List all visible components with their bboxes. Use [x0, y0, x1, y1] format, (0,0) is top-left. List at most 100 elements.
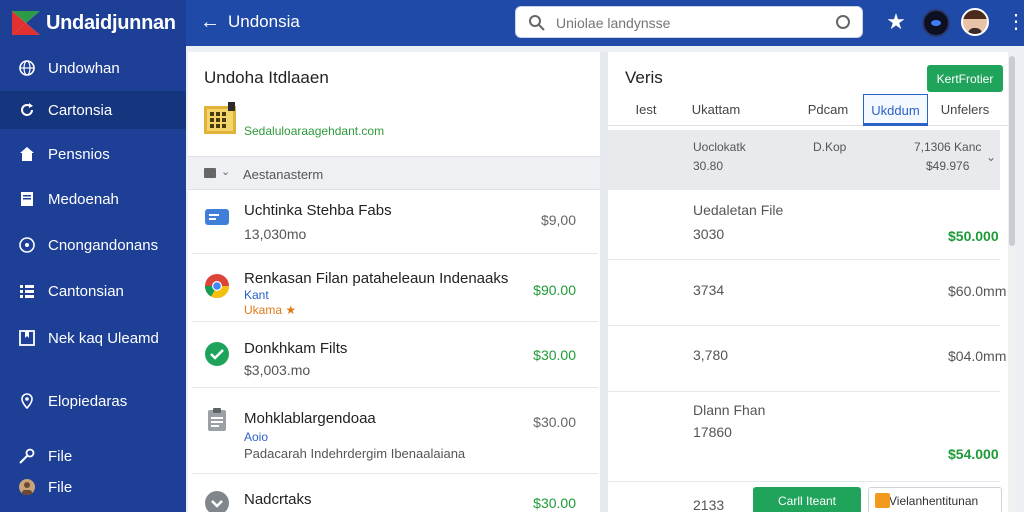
scrollbar-thumb[interactable] — [1009, 56, 1015, 246]
header-value: $49.976 — [926, 159, 970, 173]
row-title: Mohklablargendoaa — [244, 410, 376, 427]
tab-pdcam[interactable]: Pdcam — [804, 94, 852, 126]
list-icon — [20, 285, 34, 298]
avatar-icon — [19, 479, 35, 495]
sidebar: Undowhan Cartonsia Pensnios Medoenah Cno… — [0, 46, 186, 512]
row-amount: $30.00 — [533, 495, 576, 511]
right-panel: Veris KertFrotier Iest Ukattam Pdcam Ukd… — [608, 52, 1016, 512]
row-value: 3734 — [693, 282, 725, 298]
primary-action-button[interactable]: KertFrotier — [927, 65, 1003, 92]
row-value: 3,780 — [693, 347, 729, 363]
list-item[interactable]: Mohklablargendoaa Aoio Padacarah Indehrd… — [192, 392, 598, 474]
download-icon — [205, 491, 229, 512]
row-rating: Ukama ★ — [244, 303, 297, 317]
sidebar-item-file-profile[interactable]: File — [0, 468, 186, 506]
sidebar-item-cnongandonans[interactable]: Cnongandonans — [0, 226, 186, 264]
back-arrow-icon[interactable]: ← — [200, 11, 220, 33]
sidebar-item-label: Undowhan — [48, 59, 120, 77]
panel-title: Veris — [625, 68, 663, 87]
row-label: Uedaletan File — [693, 202, 784, 218]
sidebar-item-cartonsia[interactable]: Cartonsia — [0, 91, 186, 129]
table-row[interactable]: Dlann Fhan 17860 $54.000 — [608, 392, 1000, 482]
tab-unfelers[interactable]: Unfelers — [930, 94, 1000, 126]
row-label: Dlann Fhan — [693, 402, 766, 418]
page-title: Undonsia — [228, 12, 300, 31]
secondary-action-button[interactable]: Carll Iteant — [753, 487, 861, 512]
card-icon — [205, 209, 229, 225]
chevron-down-icon[interactable]: ⌄ — [986, 150, 996, 164]
dark-avatar[interactable] — [922, 9, 950, 37]
star-icon[interactable]: ★ — [884, 10, 908, 34]
row-title: Donkhkam Filts — [244, 340, 348, 357]
search-box[interactable] — [515, 6, 863, 38]
row-title: Renkasan Filan pataheleaun Indenaaks — [244, 270, 509, 287]
location-icon — [21, 393, 33, 410]
list-item[interactable]: Renkasan Filan pataheleaun Indenaaks Kan… — [192, 258, 598, 322]
sidebar-item-nek-kaq-uleamd[interactable]: Nek kaq Uleamd — [0, 319, 186, 357]
table-row[interactable]: 3734 $60.0mm — [608, 260, 1006, 326]
row-amount: $9,00 — [540, 212, 576, 228]
clipboard-icon — [208, 408, 226, 431]
refresh-icon — [21, 103, 33, 116]
sidebar-item-cantonsian[interactable]: Cantonsian — [0, 272, 186, 310]
sidebar-item-label: Medoenah — [48, 190, 119, 208]
key-icon — [19, 448, 35, 464]
header-label: D.Kop — [813, 140, 847, 154]
list-item[interactable]: Donkhkam Filts $3,003.mo $30.00 — [192, 324, 598, 388]
row-subtitle: 13,030mo — [244, 226, 307, 242]
panel-divider — [600, 52, 608, 512]
home-icon — [20, 147, 34, 161]
brand[interactable]: Undaidjunnan — [0, 0, 186, 46]
left-panel: Undoha Itdlaaen Sedaluloaraagehdant.com … — [188, 52, 600, 512]
summary-header[interactable]: Uoclokatk 30.80 D.Kop 7,1306 Kanc $49.97… — [608, 130, 1000, 190]
table-row[interactable]: 3,780 $04.0mm — [608, 326, 1006, 392]
more-vertical-icon[interactable]: ⋮ — [1006, 10, 1024, 34]
sidebar-item-medoenah[interactable]: Medoenah — [0, 180, 186, 218]
list-item[interactable]: Uchtinka Stehba Fabs 13,030mo $9,00 — [192, 190, 598, 254]
header-value: 30.80 — [693, 159, 724, 173]
header-label: Uoclokatk — [693, 140, 746, 154]
row-amount: $50.000 — [948, 228, 999, 244]
sidebar-item-label: Cnongandonans — [48, 236, 159, 254]
sidebar-item-label: Elopiedaras — [48, 392, 128, 410]
scrollbar[interactable] — [1008, 52, 1016, 512]
bank-logo-icon — [204, 102, 236, 134]
sidebar-item-elopiedaras[interactable]: Elopiedaras — [0, 382, 186, 420]
row-amount: $04.0mm — [948, 348, 1007, 364]
brand-logo-icon — [12, 11, 40, 35]
document-icon — [21, 192, 33, 206]
view-button-label: Vielanhentitunan — [889, 493, 979, 508]
section-header[interactable]: ⌄ Aestanasterm — [188, 156, 600, 190]
row-value: 3030 — [693, 226, 725, 242]
table-row[interactable]: Uedaletan File 3030 $50.000 — [608, 190, 1000, 260]
avatar[interactable] — [961, 8, 989, 36]
section-label: Aestanasterm — [243, 167, 324, 182]
tab-ukddum[interactable]: Ukddum — [863, 94, 928, 126]
list-item[interactable]: Nadcrtaks $30.00 — [192, 476, 598, 512]
search-input[interactable] — [556, 11, 826, 35]
sidebar-item-label: File — [48, 478, 73, 496]
app-title: Undaidjunnan — [46, 11, 176, 34]
top-bar: Undaidjunnan ← Undonsia ★ ⋮ — [0, 0, 1024, 46]
sidebar-item-label: Cantonsian — [48, 282, 124, 300]
bookmark-icon — [19, 330, 35, 346]
row-amount: $30.00 — [533, 347, 576, 363]
view-icon — [875, 493, 890, 508]
folder-icon — [204, 168, 216, 178]
row-description: Padacarah Indehrdergim Ibenaalaiana — [244, 446, 466, 461]
check-icon — [205, 342, 229, 366]
row-tag: Kant — [244, 288, 269, 302]
tab-ukattam[interactable]: Ukattam — [686, 94, 746, 126]
row-amount: $60.0mm — [948, 283, 1007, 299]
view-button[interactable]: Vielanhentitunan — [868, 487, 1002, 512]
site-url[interactable]: Sedaluloaraagehdant.com — [244, 124, 384, 138]
row-value: 2133 — [693, 497, 725, 512]
tab-iest[interactable]: Iest — [628, 94, 664, 126]
sidebar-item-undowhan[interactable]: Undowhan — [0, 49, 186, 87]
circle-icon — [19, 237, 35, 253]
chevron-down-icon: ⌄ — [221, 166, 231, 178]
voice-search-icon[interactable] — [836, 15, 850, 29]
sidebar-item-pensnios[interactable]: Pensnios — [0, 135, 186, 173]
row-amount: $90.00 — [533, 282, 576, 298]
panel-title: Undoha Itdlaaen — [204, 68, 329, 87]
